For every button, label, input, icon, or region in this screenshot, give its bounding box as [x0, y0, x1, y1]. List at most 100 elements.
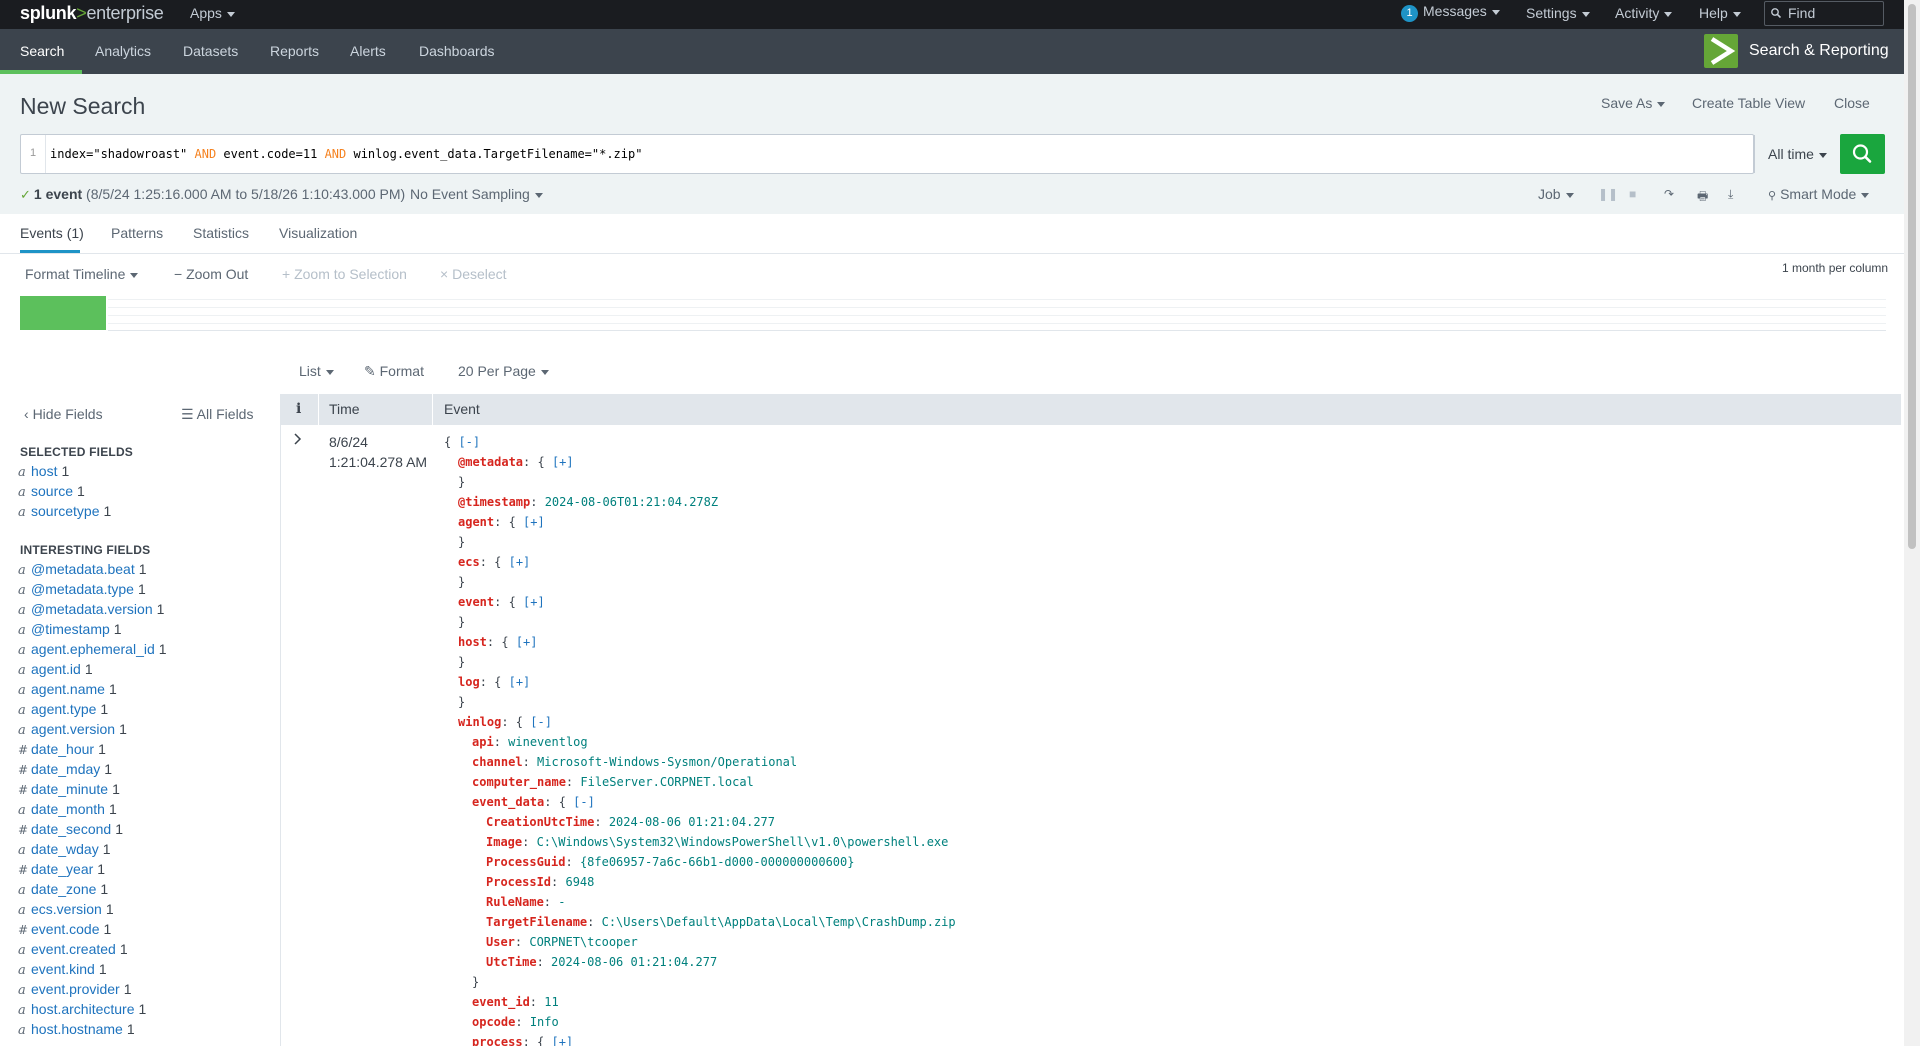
deselect-button[interactable]: × Deselect — [440, 266, 507, 282]
json-toggle[interactable]: [-] — [573, 795, 595, 809]
json-key[interactable]: event — [458, 595, 494, 609]
json-value[interactable]: C:\Windows\System32\WindowsPowerShell\v1… — [537, 835, 949, 849]
apps-menu[interactable]: Apps — [190, 5, 235, 21]
json-key[interactable]: agent — [458, 515, 494, 529]
json-key[interactable]: host — [458, 635, 487, 649]
json-key[interactable]: event_data — [472, 795, 544, 809]
nav-search[interactable]: Search — [20, 43, 64, 59]
json-key[interactable]: api — [472, 735, 494, 749]
json-toggle[interactable]: [+] — [552, 455, 574, 469]
save-as-menu[interactable]: Save As — [1601, 95, 1666, 111]
field-item[interactable]: a source 1 — [18, 483, 85, 500]
field-item[interactable]: a agent.name 1 — [18, 681, 117, 698]
field-name[interactable]: date_mday — [31, 761, 100, 777]
json-key[interactable]: @metadata — [458, 455, 523, 469]
per-page-menu[interactable]: 20 Per Page — [458, 363, 549, 379]
field-name[interactable]: date_wday — [31, 841, 99, 857]
field-item[interactable]: # date_hour 1 — [18, 741, 106, 757]
find-input[interactable]: Find — [1764, 1, 1884, 26]
json-key[interactable]: TargetFilename — [486, 915, 587, 929]
json-toggle[interactable]: [-] — [530, 715, 552, 729]
format-timeline-menu[interactable]: Format Timeline — [25, 266, 139, 282]
nav-datasets[interactable]: Datasets — [183, 43, 238, 59]
json-value[interactable]: 11 — [544, 995, 558, 1009]
timeline-chart[interactable] — [20, 295, 1886, 331]
event-sampling-menu[interactable]: No Event Sampling — [410, 186, 543, 202]
time-range-picker[interactable]: All time — [1754, 135, 1840, 173]
json-key[interactable]: ecs — [458, 555, 480, 569]
field-item[interactable]: a agent.version 1 — [18, 721, 127, 738]
all-fields-button[interactable]: ☰ All Fields — [181, 406, 253, 423]
field-name[interactable]: sourcetype — [31, 503, 99, 519]
field-item[interactable]: # date_year 1 — [18, 861, 105, 877]
zoom-to-selection-button[interactable]: + Zoom to Selection — [282, 266, 407, 282]
close-button[interactable]: Close — [1834, 95, 1870, 111]
field-item[interactable]: a date_zone 1 — [18, 881, 108, 898]
json-value[interactable]: CORPNET\tcooper — [529, 935, 637, 949]
search-mode-menu[interactable]: ⚲ Smart Mode — [1768, 186, 1870, 202]
json-key[interactable]: opcode — [472, 1015, 515, 1029]
app-logo-icon[interactable] — [1704, 34, 1738, 68]
field-item[interactable]: a agent.id 1 — [18, 661, 93, 678]
json-toggle[interactable]: [+] — [509, 675, 531, 689]
field-name[interactable]: agent.name — [31, 681, 105, 697]
json-key[interactable]: log — [458, 675, 480, 689]
help-menu[interactable]: Help — [1699, 5, 1741, 21]
nav-alerts[interactable]: Alerts — [350, 43, 386, 59]
json-key[interactable]: winlog — [458, 715, 501, 729]
nav-analytics[interactable]: Analytics — [95, 43, 151, 59]
json-value[interactable]: Microsoft-Windows-Sysmon/Operational — [537, 755, 797, 769]
field-item[interactable]: # date_minute 1 — [18, 781, 120, 797]
json-key[interactable]: channel — [472, 755, 523, 769]
json-key[interactable]: Image — [486, 835, 522, 849]
activity-menu[interactable]: Activity — [1615, 5, 1673, 21]
field-name[interactable]: host.hostname — [31, 1021, 123, 1037]
field-name[interactable]: event.provider — [31, 981, 120, 997]
field-name[interactable]: event.code — [31, 921, 100, 937]
field-item[interactable]: a date_wday 1 — [18, 841, 111, 858]
search-button[interactable] — [1840, 134, 1885, 174]
tab-statistics[interactable]: Statistics — [193, 225, 249, 241]
print-icon[interactable]: 🖶 — [1697, 187, 1708, 208]
field-name[interactable]: @metadata.type — [31, 581, 134, 597]
json-key[interactable]: UtcTime — [486, 955, 537, 969]
field-item[interactable]: a date_month 1 — [18, 801, 117, 818]
list-view-menu[interactable]: List — [299, 363, 334, 379]
field-name[interactable]: agent.ephemeral_id — [31, 641, 155, 657]
field-item[interactable]: a agent.ephemeral_id 1 — [18, 641, 167, 658]
field-name[interactable]: event.created — [31, 941, 116, 957]
field-name[interactable]: date_second — [31, 821, 111, 837]
json-key[interactable]: ProcessId — [486, 875, 551, 889]
splunk-logo[interactable]: splunk>enterprise — [20, 3, 164, 24]
json-value[interactable]: Info — [530, 1015, 559, 1029]
zoom-out-button[interactable]: − Zoom Out — [174, 266, 248, 282]
json-value[interactable]: - — [558, 895, 565, 909]
field-name[interactable]: host — [31, 463, 57, 479]
json-key[interactable]: ProcessGuid — [486, 855, 565, 869]
field-name[interactable]: agent.id — [31, 661, 81, 677]
stop-icon[interactable]: ■ — [1629, 187, 1636, 201]
field-item[interactable]: a @metadata.version 1 — [18, 601, 164, 618]
field-item[interactable]: a @metadata.type 1 — [18, 581, 146, 598]
json-value[interactable]: C:\Users\Default\AppData\Local\Temp\Cras… — [602, 915, 956, 929]
field-name[interactable]: @metadata.beat — [31, 561, 135, 577]
field-name[interactable]: date_hour — [31, 741, 94, 757]
field-name[interactable]: source — [31, 483, 73, 499]
json-value[interactable]: wineventlog — [508, 735, 587, 749]
json-value[interactable]: 2024-08-06 01:21:04.277 — [551, 955, 717, 969]
field-item[interactable]: a host 1 — [18, 463, 69, 480]
timeline-bar[interactable] — [20, 296, 106, 330]
json-key[interactable]: User — [486, 935, 515, 949]
tab-patterns[interactable]: Patterns — [111, 225, 163, 241]
format-button[interactable]: ✎ Format — [364, 363, 424, 380]
field-item[interactable]: # date_mday 1 — [18, 761, 112, 777]
json-toggle[interactable]: [+] — [551, 1035, 573, 1046]
field-item[interactable]: a @metadata.beat 1 — [18, 561, 147, 578]
json-toggle[interactable]: [+] — [523, 515, 545, 529]
json-toggle[interactable]: [+] — [523, 595, 545, 609]
messages-menu[interactable]: 1 Messages — [1401, 3, 1500, 22]
tab-events[interactable]: Events (1) — [20, 225, 84, 241]
page-scrollbar[interactable] — [1904, 0, 1920, 1046]
hide-fields-button[interactable]: ‹ Hide Fields — [24, 406, 103, 422]
app-title[interactable]: Search & Reporting — [1749, 42, 1889, 60]
